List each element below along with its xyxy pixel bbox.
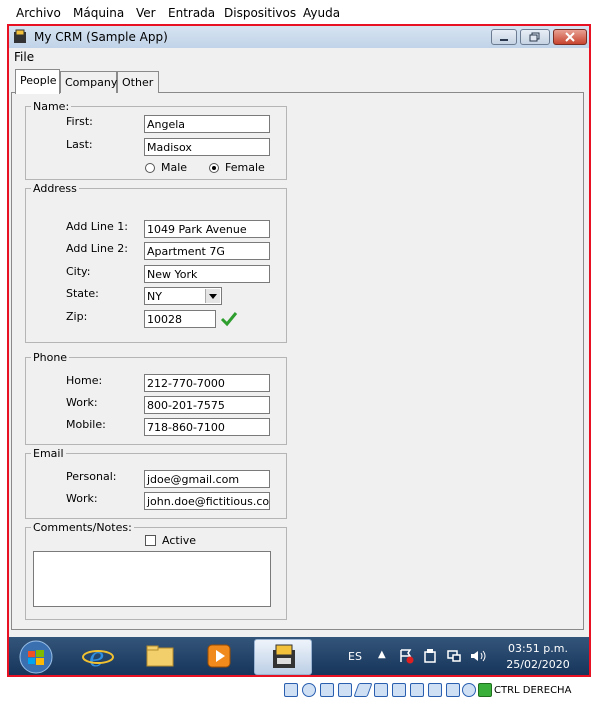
status-guest-additions-icon[interactable]: [462, 683, 476, 697]
email-group-title: Email: [31, 447, 66, 460]
svg-text:e: e: [89, 643, 104, 672]
zip-input[interactable]: 10028: [144, 310, 216, 328]
taskbar-file-explorer[interactable]: [141, 640, 179, 672]
tab-company[interactable]: Company: [60, 71, 117, 93]
minimize-button[interactable]: [491, 29, 517, 45]
work-email-input[interactable]: john.doe@fictitious.com: [144, 492, 270, 510]
action-center-icon[interactable]: [398, 648, 414, 664]
female-label: Female: [225, 161, 265, 174]
crm-app-icon: [273, 644, 295, 668]
host-menu-archivo[interactable]: Archivo: [16, 6, 61, 20]
start-button[interactable]: [17, 639, 55, 675]
status-cpu-icon[interactable]: [428, 683, 442, 697]
restore-button[interactable]: [520, 29, 550, 45]
first-name-label: First:: [66, 115, 93, 128]
close-icon: [565, 32, 575, 42]
phone-group-title: Phone: [31, 351, 70, 364]
status-display-icon[interactable]: [392, 683, 406, 697]
work-phone-label: Work:: [66, 396, 98, 409]
personal-email-label: Personal:: [66, 470, 117, 483]
network-icon[interactable]: [446, 648, 462, 664]
comments-group-title: Comments/Notes:: [31, 521, 134, 534]
work-email-label: Work:: [66, 492, 98, 505]
first-name-input[interactable]: Angela: [144, 115, 270, 133]
male-label: Male: [161, 161, 188, 174]
name-group-title: Name:: [31, 100, 72, 113]
male-radio[interactable]: [145, 163, 155, 173]
power-icon[interactable]: [422, 648, 438, 664]
city-input[interactable]: New York: [144, 265, 270, 283]
mobile-phone-input[interactable]: 718-860-7100: [144, 418, 270, 436]
state-select[interactable]: NY: [144, 287, 222, 305]
menu-file[interactable]: File: [14, 50, 34, 64]
state-dropdown-button[interactable]: [205, 289, 220, 303]
minimize-icon: [500, 39, 508, 41]
zip-label: Zip:: [66, 310, 88, 323]
media-player-icon: [207, 644, 231, 668]
show-hidden-icons-arrow[interactable]: ▲: [378, 649, 386, 660]
taskbar-media-player[interactable]: [200, 640, 238, 672]
comments-textarea[interactable]: [33, 551, 271, 607]
city-label: City:: [66, 265, 91, 278]
close-button[interactable]: [553, 29, 587, 45]
status-shared-folder-icon[interactable]: [374, 683, 388, 697]
address-line1-label: Add Line 1:: [66, 220, 128, 233]
status-recording-icon[interactable]: [410, 683, 424, 697]
mobile-phone-label: Mobile:: [66, 418, 106, 431]
address-line1-input[interactable]: 1049 Park Avenue: [144, 220, 270, 238]
active-checkbox[interactable]: [145, 535, 156, 546]
host-key-label: CTRL DERECHA: [494, 685, 572, 696]
taskbar-internet-explorer[interactable]: e: [79, 640, 117, 673]
volume-icon[interactable]: [469, 648, 487, 664]
address-line2-input[interactable]: Apartment 7G: [144, 242, 270, 260]
tab-other[interactable]: Other: [117, 71, 159, 93]
restore-icon: [529, 32, 540, 42]
female-radio[interactable]: [209, 163, 219, 173]
state-select-value: NY: [147, 290, 162, 303]
status-optical-drive-icon[interactable]: [302, 683, 316, 697]
host-menu-entrada[interactable]: Entrada: [168, 6, 215, 20]
taskbar-my-crm-active[interactable]: [254, 639, 312, 675]
host-menu-ayuda[interactable]: Ayuda: [303, 6, 340, 20]
personal-email-input[interactable]: jdoe@gmail.com: [144, 470, 270, 488]
last-name-input[interactable]: Madisox: [144, 138, 270, 156]
home-phone-input[interactable]: 212-770-7000: [144, 374, 270, 392]
home-phone-label: Home:: [66, 374, 103, 387]
status-hard-disk-icon[interactable]: [284, 683, 298, 697]
last-name-label: Last:: [66, 138, 93, 151]
host-menu-maquina[interactable]: Máquina: [73, 6, 124, 20]
address-group-title: Address: [31, 182, 79, 195]
internet-explorer-icon: e: [82, 643, 114, 673]
host-menu-dispositivos[interactable]: Dispositivos: [224, 6, 296, 20]
folder-icon: [146, 645, 174, 667]
language-indicator[interactable]: ES: [348, 650, 362, 663]
status-keyboard-capture-icon[interactable]: [478, 683, 492, 697]
chevron-down-icon: [209, 294, 217, 299]
state-label: State:: [66, 287, 99, 300]
tab-people[interactable]: People: [15, 69, 60, 94]
host-menu-ver[interactable]: Ver: [136, 6, 156, 20]
zip-valid-checkmark-icon: [219, 310, 239, 328]
status-network-icon[interactable]: [338, 683, 352, 697]
address-line2-label: Add Line 2:: [66, 242, 128, 255]
app-menu-bar: [9, 48, 589, 66]
window-title: My CRM (Sample App): [34, 30, 168, 44]
work-phone-input[interactable]: 800-201-7575: [144, 396, 270, 414]
active-label: Active: [162, 534, 197, 547]
status-mouse-integration-icon[interactable]: [446, 683, 460, 697]
clock-date[interactable]: 25/02/2020: [498, 658, 578, 671]
host-menu-bar: Archivo Máquina Ver Entrada Dispositivos…: [0, 0, 597, 24]
clock-time[interactable]: 03:51 p.m.: [498, 642, 578, 655]
windows-logo-icon: [19, 640, 53, 674]
status-audio-icon[interactable]: [320, 683, 334, 697]
app-icon: [12, 29, 28, 45]
